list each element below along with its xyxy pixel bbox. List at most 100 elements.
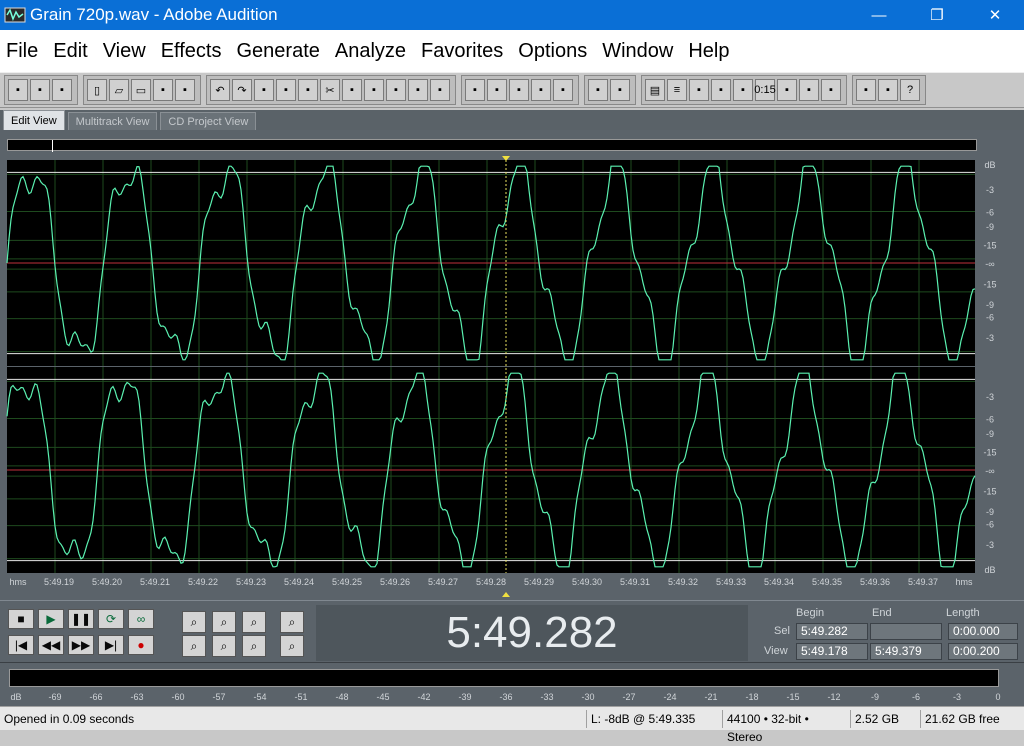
pitch-icon[interactable]: ▪	[509, 79, 529, 101]
info-icon[interactable]: ▪	[878, 79, 898, 101]
marquee-icon[interactable]: ▪	[610, 79, 630, 101]
menu-window[interactable]: Window	[602, 40, 673, 63]
menu-edit[interactable]: Edit	[53, 40, 87, 63]
level-icon[interactable]: ▪	[799, 79, 819, 101]
multitrack-icon[interactable]: ▪	[30, 79, 50, 101]
zoom-out-horizontal-button[interactable]: ⌕	[212, 611, 236, 633]
paste-icon[interactable]: ▪	[342, 79, 362, 101]
mix-paste-icon[interactable]: ▪	[386, 79, 406, 101]
crop-icon[interactable]: ▪	[408, 79, 428, 101]
paste-new-icon[interactable]: ▪	[364, 79, 384, 101]
db-scale-label: -15	[983, 240, 996, 250]
stop-button[interactable]: ■	[8, 609, 34, 629]
phase-icon[interactable]: ▪	[553, 79, 573, 101]
db-scale-label: -6	[986, 415, 994, 425]
zoom-in-horizontal-button[interactable]: ⌕	[182, 611, 206, 633]
time-tick-label: 5:49.23	[236, 577, 266, 587]
waveform-area[interactable]: dB -3 -6 -9 -15 -∞ -15 -9 -6 -3 -3 -6 -9 -15 -∞ -15 -9 -6…	[0, 130, 1024, 600]
zoom-full-button[interactable]: ⌕	[242, 611, 266, 633]
end-header: End	[872, 607, 892, 619]
new-file-icon[interactable]: ▯	[87, 79, 107, 101]
record-button[interactable]: ●	[128, 635, 154, 655]
meter-scale-label: -60	[171, 692, 184, 702]
view-begin-field[interactable]: 5:49.178	[796, 643, 868, 660]
redo-icon[interactable]: ↷	[232, 79, 252, 101]
meter-icon[interactable]: ▪	[821, 79, 841, 101]
time-tick-label: 5:49.27	[428, 577, 458, 587]
meter-scale-label: -42	[417, 692, 430, 702]
settings-icon[interactable]: ▤	[645, 79, 665, 101]
close-button[interactable]: ✕	[966, 0, 1024, 30]
save-icon[interactable]: ▭	[131, 79, 151, 101]
zoom-left-button[interactable]: ⌕	[182, 635, 206, 657]
transport-controls: ■ ▶ ❚❚ ⟳ ∞ |◀ ◀◀ ▶▶ ▶| ●	[8, 607, 164, 659]
sel-label: Sel	[774, 625, 790, 637]
cue-icon[interactable]: ▪	[689, 79, 709, 101]
go-to-end-button[interactable]: ▶|	[98, 635, 124, 655]
sel-end-field[interactable]	[870, 623, 942, 640]
db-scale-label: -3	[986, 185, 994, 195]
save-all-icon[interactable]: ▪	[153, 79, 173, 101]
spectral-icon[interactable]: ▪	[487, 79, 507, 101]
play-to-end-button[interactable]: ⟳	[98, 609, 124, 629]
save-selection-icon[interactable]: ▪	[175, 79, 195, 101]
menu-effects[interactable]: Effects	[161, 40, 222, 63]
rewind-button[interactable]: ◀◀	[38, 635, 64, 655]
status-free-space: 21.62 GB free	[920, 710, 1024, 728]
sel-begin-field[interactable]: 5:49.282	[796, 623, 868, 640]
meter-scale-label: -9	[871, 692, 879, 702]
menu-view[interactable]: View	[103, 40, 146, 63]
waveform-icon[interactable]: ▪	[465, 79, 485, 101]
tab-cd-project-view[interactable]: CD Project View	[160, 112, 257, 130]
toolbar: ▪ ▪ ▪ ▯ ▱ ▭ ▪ ▪ ↶ ↷ ▪ ▪ ▪ ✂ ▪ ▪ ▪ ▪ ▪ ▪ ▪ ▪ ▪ ▪ ▪ ▪ ▤ ≡ ▪ ▪ ▪ 0:15 ▪ ▪ ▪ ▪ ▪…	[0, 72, 1024, 108]
loop-button[interactable]: ∞	[128, 609, 154, 629]
menu-options[interactable]: Options	[518, 40, 587, 63]
pause-button[interactable]: ❚❚	[68, 609, 94, 629]
insert-icon[interactable]: ▪	[430, 79, 450, 101]
list-icon[interactable]: ≡	[667, 79, 687, 101]
repeat-icon[interactable]: ▪	[254, 79, 274, 101]
waveform-display[interactable]: dB -3 -6 -9 -15 -∞ -15 -9 -6 -3 -3 -6 -9 -15 -∞ -15 -9 -6…	[0, 130, 1024, 600]
db-scale-label: -∞	[985, 466, 994, 476]
menu-generate[interactable]: Generate	[236, 40, 319, 63]
pan-icon[interactable]: ▪	[531, 79, 551, 101]
menu-favorites[interactable]: Favorites	[421, 40, 503, 63]
tools-icon[interactable]: ▪	[856, 79, 876, 101]
zoom-right-button[interactable]: ⌕	[212, 635, 236, 657]
tab-edit-view[interactable]: Edit View	[3, 110, 65, 130]
toolbar-group: ▪ ▪?	[852, 75, 926, 105]
play-list-icon[interactable]: ▪	[711, 79, 731, 101]
cursor-bottom-marker[interactable]	[502, 592, 510, 597]
fx-icon[interactable]: ▪	[777, 79, 797, 101]
play-button[interactable]: ▶	[38, 609, 64, 629]
go-to-start-button[interactable]: |◀	[8, 635, 34, 655]
menu-help[interactable]: Help	[688, 40, 729, 63]
menu-analyze[interactable]: Analyze	[335, 40, 406, 63]
zoom-out-vertical-button[interactable]: ⌕	[280, 635, 304, 657]
help-icon[interactable]: ?	[900, 79, 920, 101]
copy-icon[interactable]: ▪	[276, 79, 296, 101]
sel-length-field[interactable]: 0:00.000	[948, 623, 1018, 640]
view-length-field[interactable]: 0:00.200	[948, 643, 1018, 660]
open-file-icon[interactable]: ▱	[109, 79, 129, 101]
view-end-field[interactable]: 5:49.379	[870, 643, 942, 660]
tab-multitrack-view[interactable]: Multitrack View	[67, 112, 158, 130]
cd-icon[interactable]: ▪	[52, 79, 72, 101]
zoom-controls: ⌕ ⌕ ⌕ ⌕ ⌕ ⌕ ⌕ ⌕	[176, 607, 306, 659]
copy-new-icon[interactable]: ▪	[298, 79, 318, 101]
db-scale-label: -9	[986, 507, 994, 517]
time-icon[interactable]: 0:15	[754, 79, 776, 101]
undo-icon[interactable]: ↶	[210, 79, 230, 101]
zoom-full-icon: ⌕	[250, 614, 258, 629]
time-select-icon[interactable]: ▪	[588, 79, 608, 101]
waveform-view-icon[interactable]: ▪	[8, 79, 28, 101]
zoom-selection-button[interactable]: ⌕	[242, 635, 266, 657]
menu-file[interactable]: File	[6, 40, 38, 63]
cut-icon[interactable]: ✂	[320, 79, 340, 101]
fast-forward-button[interactable]: ▶▶	[68, 635, 94, 655]
zoom-in-vertical-button[interactable]: ⌕	[280, 611, 304, 633]
zoom-panel-icon[interactable]: ▪	[733, 79, 753, 101]
time-tick-label: 5:49.19	[44, 577, 74, 587]
minimize-button[interactable]: —	[850, 0, 908, 30]
maximize-button[interactable]: ❐	[908, 0, 966, 30]
